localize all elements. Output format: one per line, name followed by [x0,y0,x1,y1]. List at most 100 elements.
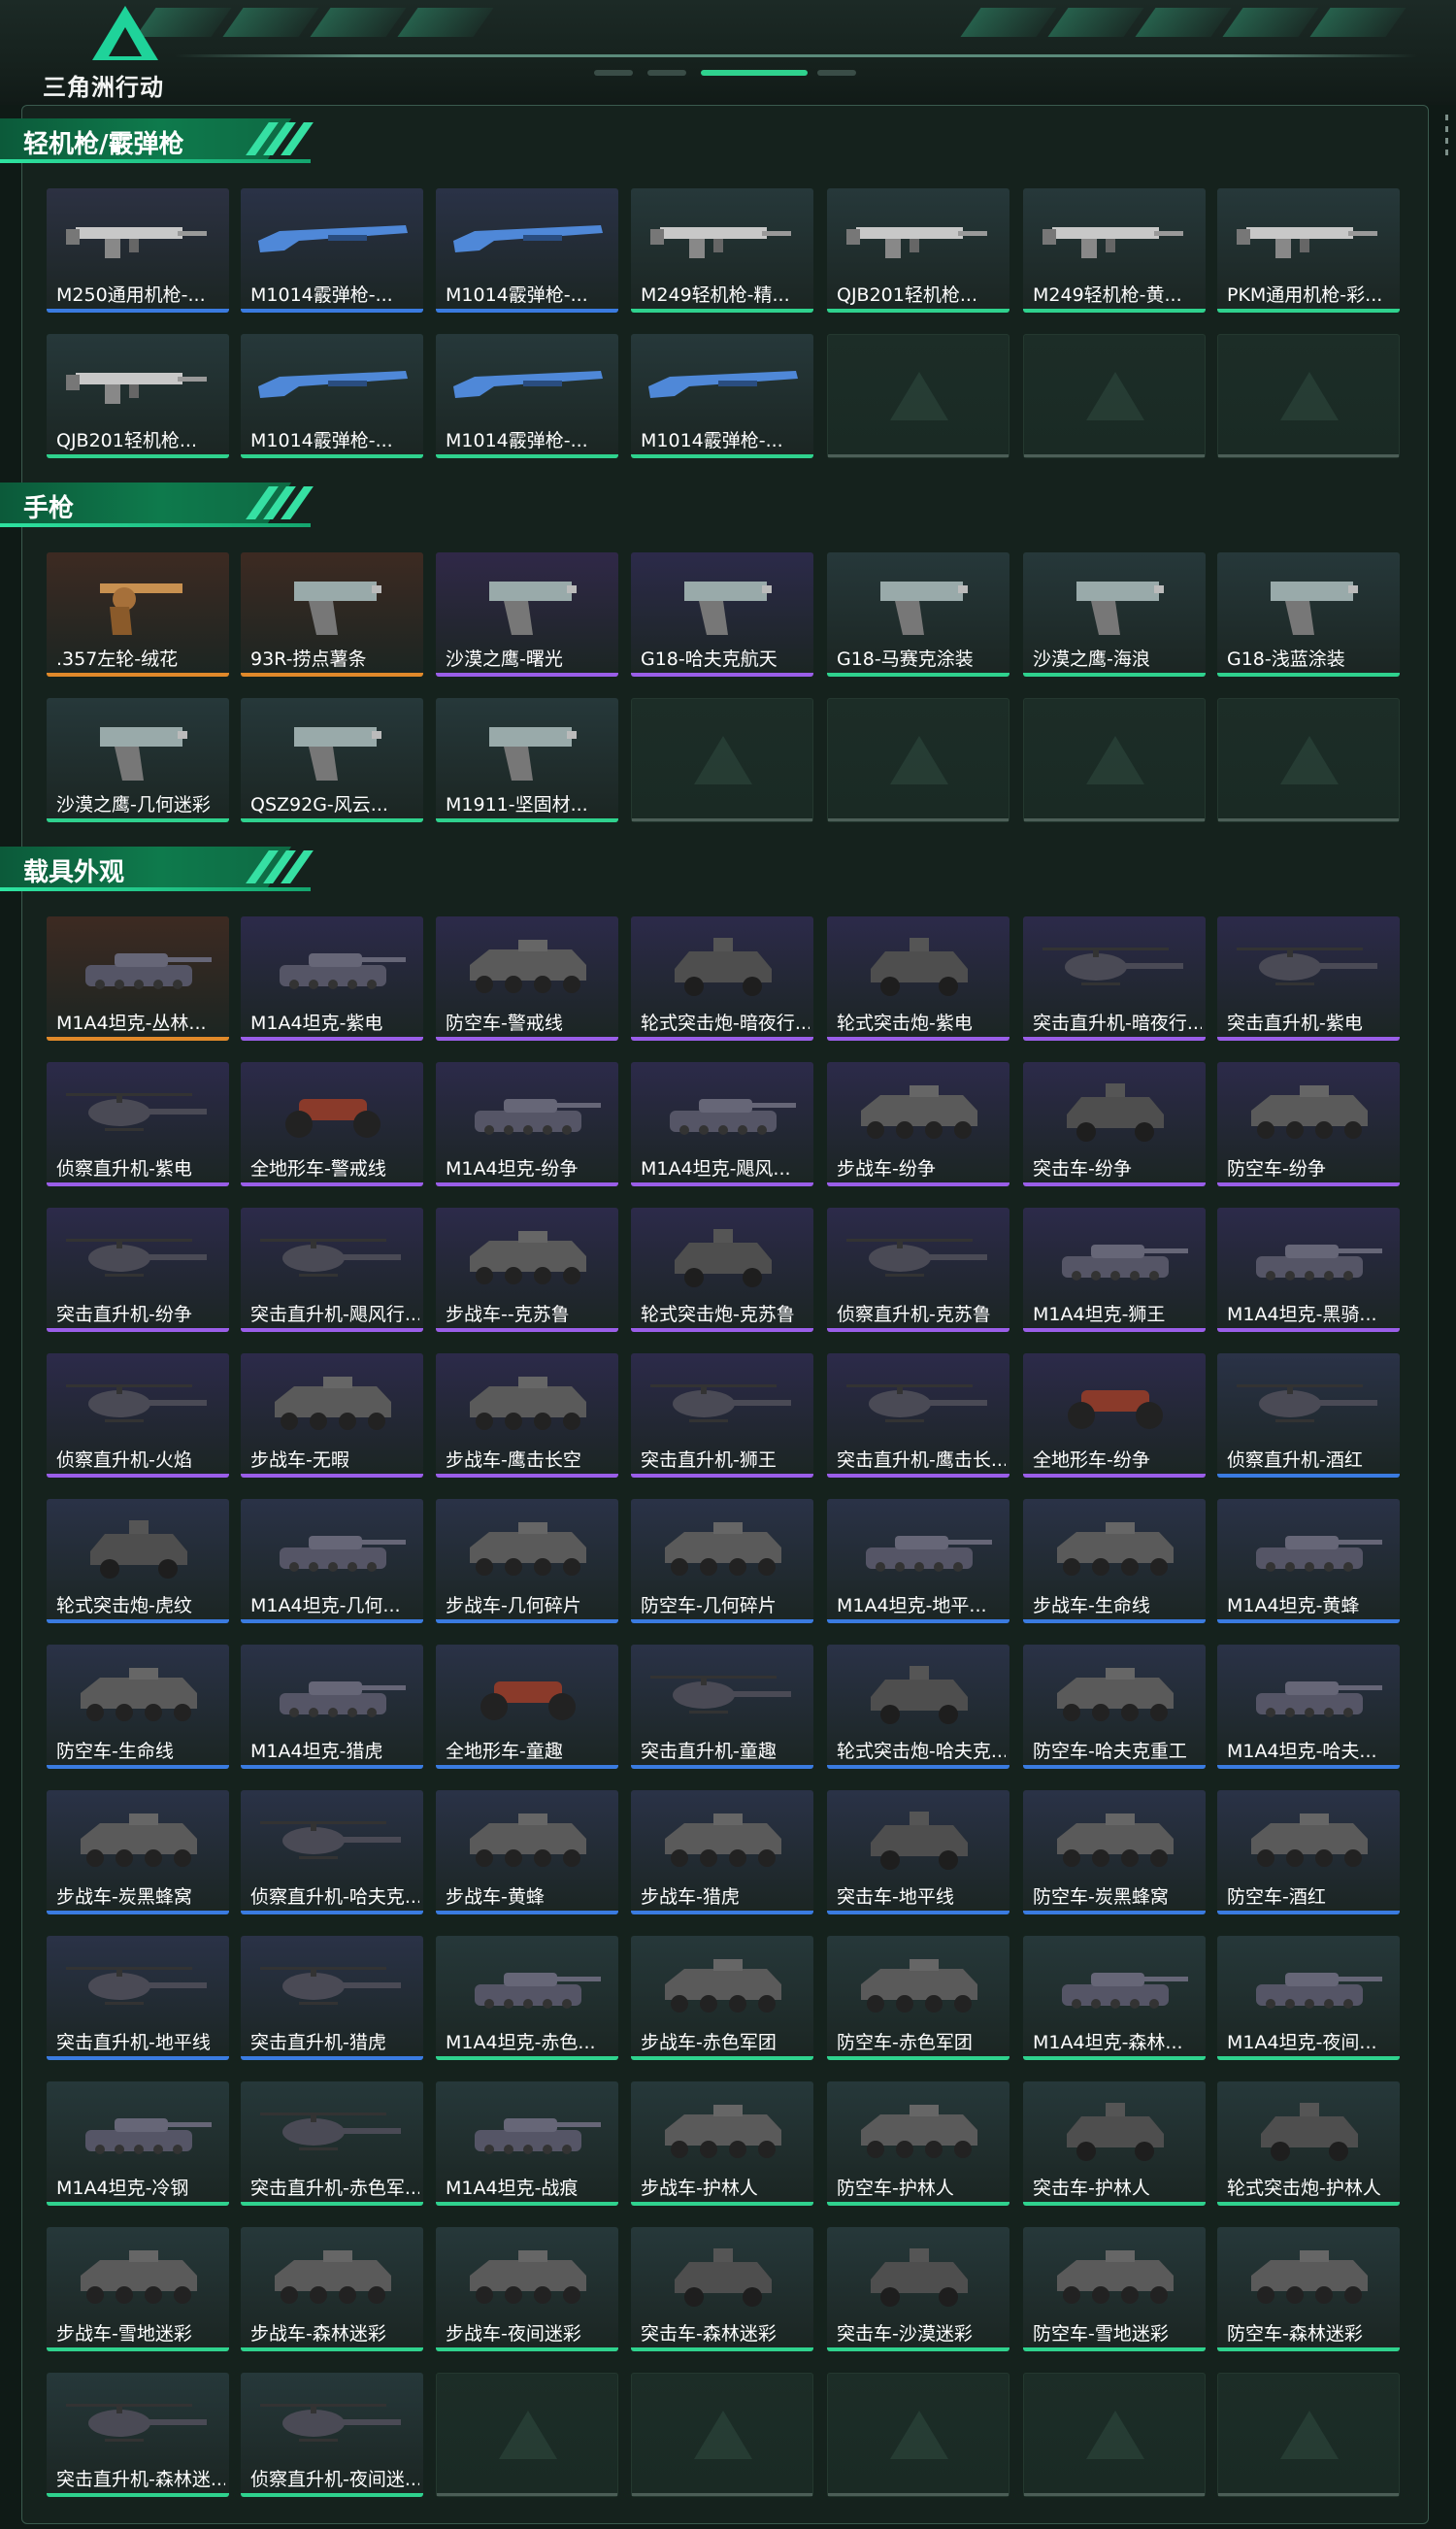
item-card[interactable]: 防空车-雪地迷彩 [1023,2227,1206,2351]
item-card[interactable]: 突击直升机-赤色军... [241,2081,423,2206]
item-card[interactable]: 侦察直升机-夜间迷... [241,2373,423,2497]
item-card[interactable]: 侦察直升机-酒红 [1217,1353,1400,1478]
item-card[interactable]: .357左轮-绒花 [47,552,229,677]
item-card[interactable]: 轮式突击炮-克苏鲁 [631,1208,813,1332]
item-card[interactable]: 全地形车-童趣 [436,1645,618,1769]
item-card[interactable]: 轮式突击炮-护林人 [1217,2081,1400,2206]
item-card[interactable]: 突击车-森林迷彩 [631,2227,813,2351]
item-card[interactable]: 侦察直升机-克苏鲁 [827,1208,1009,1332]
item-label: 侦察直升机-哈夫克... [250,1886,419,1908]
page-dot[interactable] [647,70,686,76]
item-card[interactable]: M1A4坦克-飓风... [631,1062,813,1186]
item-card[interactable]: 突击直升机-地平线 [47,1936,229,2060]
item-card[interactable]: 沙漠之鹰-几何迷彩 [47,698,229,822]
item-card[interactable]: M1A4坦克-赤色... [436,1936,618,2060]
item-card[interactable]: 侦察直升机-火焰 [47,1353,229,1478]
item-card[interactable]: 侦察直升机-紫电 [47,1062,229,1186]
item-card[interactable]: 步战车-赤色军团 [631,1936,813,2060]
item-card[interactable]: M1A4坦克-森林... [1023,1936,1206,2060]
scroll-indicator[interactable] [1444,115,1450,173]
item-card[interactable]: M249轻机枪-精... [631,188,813,313]
item-card[interactable]: 步战车-炭黑蜂窝 [47,1790,229,1914]
item-card[interactable]: M1A4坦克-黄蜂 [1217,1499,1400,1623]
item-card[interactable]: M1A4坦克-猎虎 [241,1645,423,1769]
item-card[interactable]: 防空车-警戒线 [436,916,618,1041]
item-card[interactable]: M1A4坦克-战痕 [436,2081,618,2206]
item-card[interactable]: 步战车-黄蜂 [436,1790,618,1914]
item-card[interactable]: PKM通用机枪-彩... [1217,188,1400,313]
item-card[interactable]: M250通用机枪-... [47,188,229,313]
item-card[interactable]: 突击车-沙漠迷彩 [827,2227,1009,2351]
item-card[interactable]: QJB201轻机枪... [827,188,1009,313]
item-card[interactable]: 防空车-森林迷彩 [1217,2227,1400,2351]
item-card[interactable]: 轮式突击炮-哈夫克... [827,1645,1009,1769]
item-card[interactable]: M1911-坚固材... [436,698,618,822]
item-card[interactable]: 突击直升机-飓风行... [241,1208,423,1332]
item-card[interactable]: 步战车-护林人 [631,2081,813,2206]
item-card[interactable]: 轮式突击炮-虎纹 [47,1499,229,1623]
item-card[interactable]: 防空车-几何碎片 [631,1499,813,1623]
item-card[interactable]: 轮式突击炮-暗夜行... [631,916,813,1041]
item-card[interactable]: 突击直升机-紫电 [1217,916,1400,1041]
item-card[interactable]: 突击直升机-鹰击长... [827,1353,1009,1478]
item-card[interactable]: 步战车-纷争 [827,1062,1009,1186]
item-card[interactable]: M1014霰弹枪-... [436,188,618,313]
item-card[interactable]: 步战车-无暇 [241,1353,423,1478]
page-dot[interactable] [701,70,808,76]
item-card[interactable]: 步战车-几何碎片 [436,1499,618,1623]
item-card[interactable]: 防空车-炭黑蜂窝 [1023,1790,1206,1914]
item-card[interactable]: 步战车-雪地迷彩 [47,2227,229,2351]
item-card[interactable]: 沙漠之鹰-曙光 [436,552,618,677]
item-card[interactable]: M1A4坦克-冷钢 [47,2081,229,2206]
item-card[interactable]: G18-哈夫克航天 [631,552,813,677]
item-card[interactable]: G18-马赛克涂装 [827,552,1009,677]
item-card[interactable]: 步战车-夜间迷彩 [436,2227,618,2351]
item-card[interactable]: 步战车--克苏鲁 [436,1208,618,1332]
item-card[interactable]: QJB201轻机枪... [47,334,229,458]
item-card[interactable]: 沙漠之鹰-海浪 [1023,552,1206,677]
item-card[interactable]: M1A4坦克-几何... [241,1499,423,1623]
item-card[interactable]: M1014霰弹枪-... [241,334,423,458]
item-card[interactable]: 步战车-森林迷彩 [241,2227,423,2351]
item-card[interactable]: 突击车-地平线 [827,1790,1009,1914]
item-card[interactable]: 突击车-护林人 [1023,2081,1206,2206]
item-card[interactable]: 突击车-纷争 [1023,1062,1206,1186]
item-card[interactable]: M1A4坦克-丛林... [47,916,229,1041]
item-card[interactable]: 突击直升机-纷争 [47,1208,229,1332]
item-card[interactable]: 突击直升机-森林迷... [47,2373,229,2497]
item-label: 步战车-护林人 [641,2178,758,2199]
item-card[interactable]: 防空车-酒红 [1217,1790,1400,1914]
item-card[interactable]: M1A4坦克-狮王 [1023,1208,1206,1332]
item-card[interactable]: M1A4坦克-哈夫... [1217,1645,1400,1769]
item-card[interactable]: G18-浅蓝涂装 [1217,552,1400,677]
item-card[interactable]: M1014霰弹枪-... [631,334,813,458]
item-card[interactable]: 防空车-生命线 [47,1645,229,1769]
item-card[interactable]: M1014霰弹枪-... [436,334,618,458]
item-card[interactable]: 全地形车-警戒线 [241,1062,423,1186]
item-card[interactable]: M1A4坦克-黑骑... [1217,1208,1400,1332]
item-card[interactable]: 防空车-赤色军团 [827,1936,1009,2060]
item-card[interactable]: 突击直升机-暗夜行... [1023,916,1206,1041]
page-dot[interactable] [594,70,633,76]
item-card[interactable]: 突击直升机-狮王 [631,1353,813,1478]
item-card[interactable]: M249轻机枪-黄... [1023,188,1206,313]
item-card[interactable]: M1A4坦克-紫电 [241,916,423,1041]
item-card[interactable]: 步战车-鹰击长空 [436,1353,618,1478]
item-card[interactable]: M1014霰弹枪-... [241,188,423,313]
item-card[interactable]: QSZ92G-风云... [241,698,423,822]
item-card[interactable]: 侦察直升机-哈夫克... [241,1790,423,1914]
item-card[interactable]: 步战车-猎虎 [631,1790,813,1914]
item-card[interactable]: 全地形车-纷争 [1023,1353,1206,1478]
item-card[interactable]: M1A4坦克-纷争 [436,1062,618,1186]
item-card[interactable]: 突击直升机-童趣 [631,1645,813,1769]
item-card[interactable]: 轮式突击炮-紫电 [827,916,1009,1041]
item-card[interactable]: 突击直升机-猎虎 [241,1936,423,2060]
item-card[interactable]: M1A4坦克-地平... [827,1499,1009,1623]
item-card[interactable]: 防空车-哈夫克重工 [1023,1645,1206,1769]
item-card[interactable]: 防空车-纷争 [1217,1062,1400,1186]
item-card[interactable]: 步战车-生命线 [1023,1499,1206,1623]
item-card[interactable]: 93R-捞点薯条 [241,552,423,677]
item-card[interactable]: M1A4坦克-夜间... [1217,1936,1400,2060]
page-dot[interactable] [817,70,856,76]
item-card[interactable]: 防空车-护林人 [827,2081,1009,2206]
